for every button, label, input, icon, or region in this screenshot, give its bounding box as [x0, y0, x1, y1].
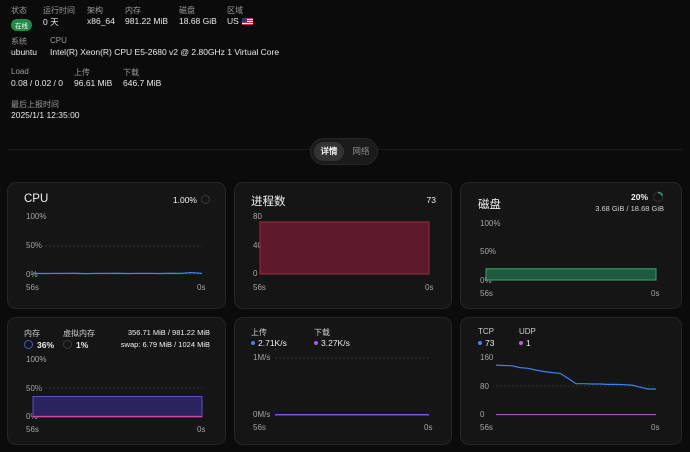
- memory-chart: [32, 387, 203, 418]
- us-flag-icon: [241, 18, 253, 25]
- uptime-value: 0 天: [43, 17, 59, 27]
- process-card: 进程数 73 80 40 0 56s 0s: [234, 182, 452, 309]
- disk-area: [485, 268, 657, 281]
- uptime-label: 运行时间: [43, 6, 75, 15]
- download-value: 646.7 MiB: [123, 78, 162, 88]
- disk-value: 18.68 GiB: [179, 16, 217, 26]
- system-label: 系统: [11, 37, 27, 46]
- upload-value: 96.61 MiB: [74, 78, 113, 88]
- connections-card: TCP 73 UDP 1 160 80 0 56s 0s: [460, 317, 682, 445]
- network-chart: [275, 357, 429, 416]
- region-label: 区域: [227, 6, 243, 15]
- memory-area: [32, 396, 203, 418]
- cpu-info-value: Intel(R) Xeon(R) CPU E5-2680 v2 @ 2.80GH…: [50, 47, 280, 57]
- connections-chart: [495, 364, 656, 416]
- arch-label: 架构: [87, 6, 103, 15]
- memory-value: 981.22 MiB: [125, 16, 168, 26]
- load-label: Load: [11, 67, 29, 76]
- last-report-value: 2025/1/1 12:35:00: [11, 110, 80, 120]
- cpu-info-label: CPU: [50, 36, 67, 45]
- network-card: 上传 2.71K/s 下载 3.27K/s 1M/s 0M/s 56s 0s: [234, 317, 452, 445]
- disk-card: 磁盘 20% 3.68 GiB / 18.68 GiB 100% 50% 0% …: [460, 182, 682, 309]
- status-badge: 在线: [11, 19, 32, 31]
- tcp-line: [495, 364, 656, 390]
- view-tabs: 详情 网络: [310, 138, 378, 165]
- cpu-chart: [32, 245, 203, 275]
- arch-value: x86_64: [87, 16, 115, 26]
- tab-detail[interactable]: 详情: [314, 142, 344, 161]
- cpu-card: CPU 1.00% 100% 50% 0% 56s 0s: [7, 182, 226, 309]
- download-label: 下载: [123, 68, 139, 77]
- disk-chart: [485, 268, 657, 281]
- load-value: 0.08 / 0.02 / 0: [11, 78, 63, 88]
- last-report-label: 最后上报时间: [11, 100, 59, 109]
- upload-label: 上传: [74, 68, 90, 77]
- disk-label: 磁盘: [179, 6, 195, 15]
- memory-card: 内存 36% 虚拟内存 1% 356.71 MiB / 981.22 MiB s…: [7, 317, 226, 445]
- process-chart: [259, 221, 430, 275]
- cpu-usage-line: [32, 271, 203, 275]
- region-text: US: [227, 16, 239, 26]
- process-area: [259, 221, 430, 275]
- tab-network[interactable]: 网络: [346, 142, 376, 161]
- memory-label: 内存: [125, 6, 141, 15]
- system-value: ubuntu: [11, 47, 37, 57]
- status-value: 在线: [11, 15, 32, 33]
- region-value: US: [227, 16, 253, 26]
